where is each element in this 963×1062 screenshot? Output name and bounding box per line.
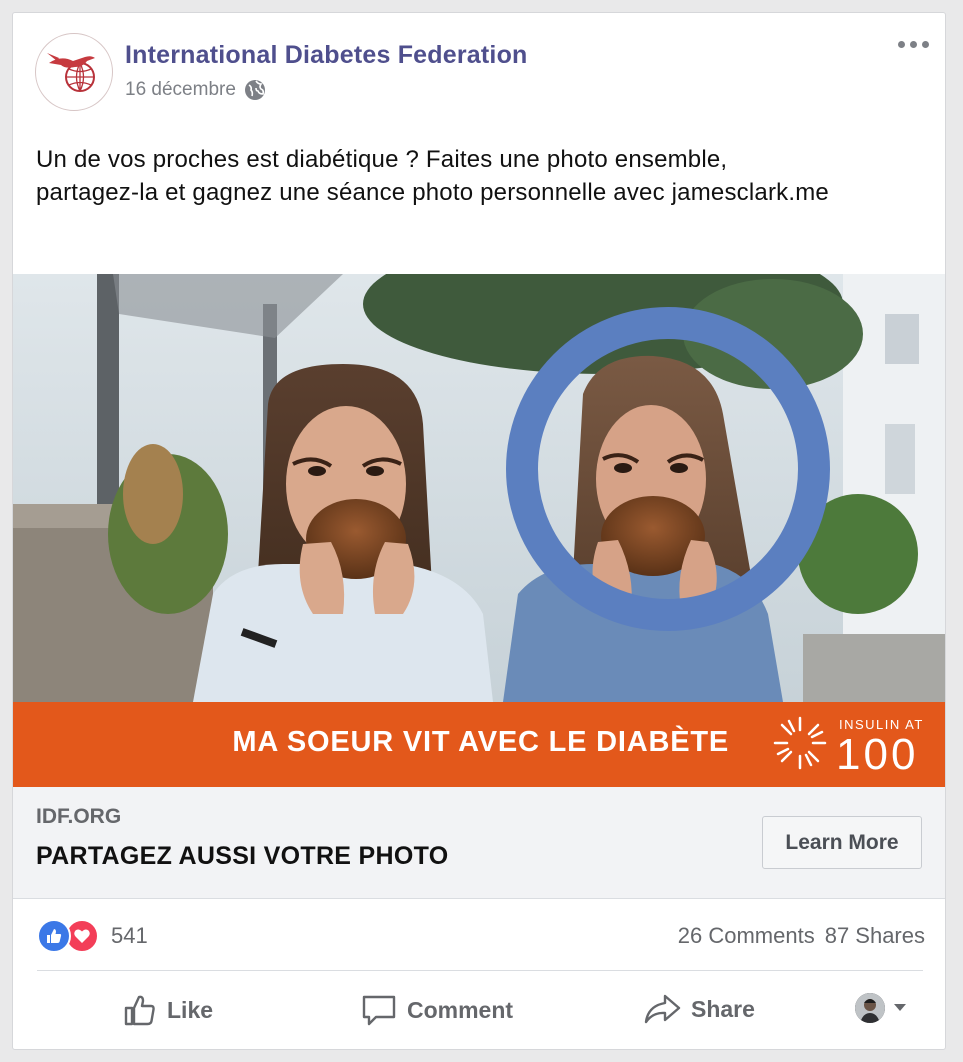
- hummingbird-globe-logo: [47, 53, 95, 92]
- post-header: International Diabetes Federation 16 déc…: [13, 13, 945, 123]
- insulin-logo-big: 100: [836, 730, 919, 779]
- like-reaction-icon: [37, 919, 71, 953]
- insulin-sun-icon: [773, 716, 827, 770]
- post-actions: Like Comment Share: [13, 971, 945, 1049]
- post-date[interactable]: 16 décembre: [125, 79, 236, 101]
- learn-more-button[interactable]: Learn More: [762, 816, 922, 869]
- share-icon: [644, 994, 681, 1024]
- comment-button[interactable]: Comment: [361, 993, 513, 1027]
- post-meta: 16 décembre: [125, 79, 266, 101]
- link-headline[interactable]: PARTAGEZ AUSSI VOTRE PHOTO: [36, 842, 448, 871]
- link-domain: IDF.ORG: [36, 805, 122, 828]
- post-text: Un de vos proches est diabétique ? Faite…: [36, 146, 829, 206]
- sisters-photo: [13, 274, 945, 702]
- more-options-button[interactable]: [898, 41, 929, 48]
- share-button[interactable]: Share: [643, 993, 755, 1025]
- more-icon: [898, 41, 905, 48]
- globe-icon[interactable]: [244, 79, 266, 101]
- reactions-summary[interactable]: 541: [37, 919, 148, 953]
- page-name-link[interactable]: International Diabetes Federation: [125, 41, 528, 70]
- ad-photo[interactable]: [13, 274, 945, 702]
- comment-label: Comment: [407, 996, 514, 1023]
- audience-selector[interactable]: [855, 993, 907, 1023]
- share-label: Share: [691, 995, 755, 1022]
- like-button[interactable]: Like: [123, 993, 213, 1027]
- reaction-count: 541: [111, 923, 148, 948]
- comments-count[interactable]: 26 Comments: [678, 923, 815, 949]
- facebook-post-card: International Diabetes Federation 16 déc…: [12, 12, 946, 1050]
- like-label: Like: [167, 996, 214, 1023]
- thumbs-up-icon: [124, 995, 155, 1026]
- comment-icon: [362, 995, 396, 1026]
- ad-banner[interactable]: MA SOEUR VIT AVEC LE DIABÈTE INSULIN AT …: [13, 702, 945, 787]
- shares-count[interactable]: 87 Shares: [825, 923, 925, 949]
- profile-avatar: [855, 993, 885, 1023]
- engagement-counts: 26 Comments 87 Shares: [678, 923, 925, 949]
- link-preview[interactable]: IDF.ORG PARTAGEZ AUSSI VOTRE PHOTO Learn…: [13, 787, 945, 899]
- banner-text: MA SOEUR VIT AVEC LE DIABÈTE: [232, 726, 729, 758]
- caret-down-icon: [894, 1004, 906, 1011]
- post-stats: 541 26 Comments 87 Shares: [13, 899, 945, 969]
- page-avatar[interactable]: [35, 33, 113, 111]
